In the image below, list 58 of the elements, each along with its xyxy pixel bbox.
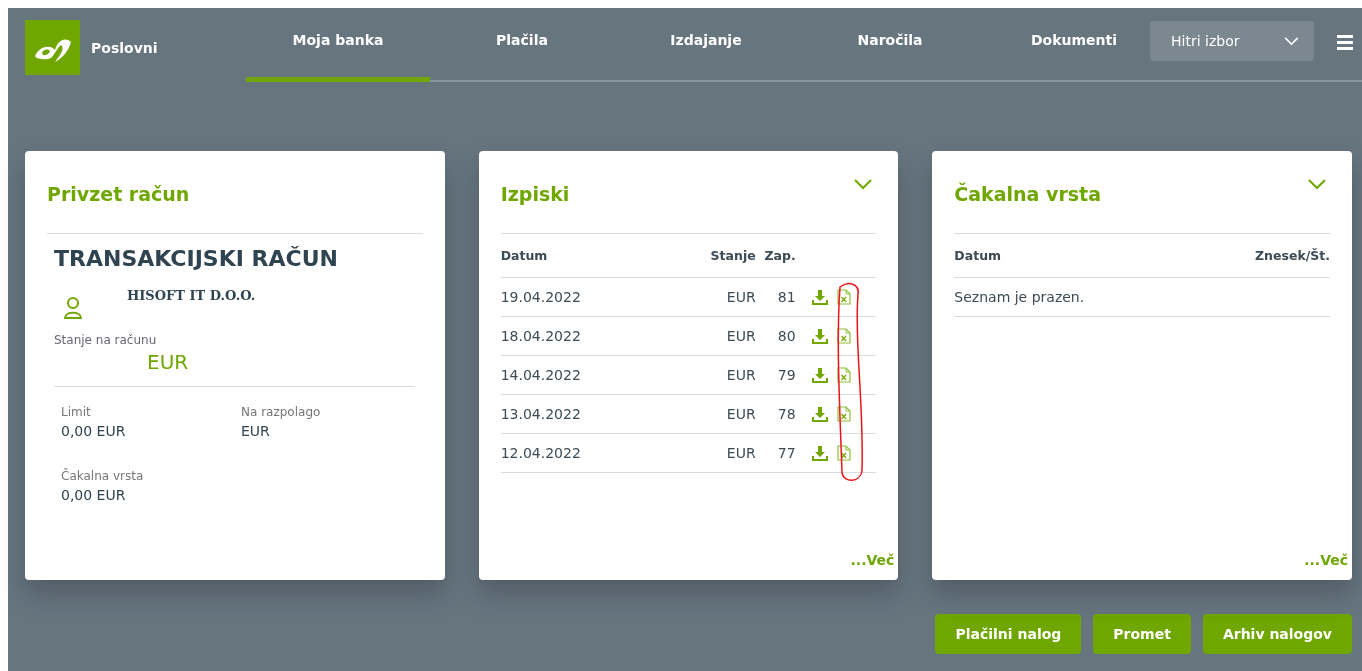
action-button[interactable]: Promet <box>1093 614 1191 654</box>
account-type: TRANSAKCIJSKI RAČUN <box>54 246 339 271</box>
table-cell-text: 81 <box>776 289 796 305</box>
detail-label: Na razpolago <box>241 405 322 419</box>
balance-value: EUR <box>147 350 190 374</box>
table-cell-text: 12.04.2022 <box>500 445 582 461</box>
download-icon[interactable] <box>811 445 828 461</box>
card-title: Privzet račun <box>47 183 191 207</box>
column-header: Datum <box>954 248 1002 263</box>
detail-value: 0,00 EUR <box>61 487 127 503</box>
balance-label: Stanje na računu <box>54 333 158 347</box>
nav-tab[interactable]: Izdajanje <box>614 20 798 82</box>
action-button[interactable]: Plačilni nalog <box>935 614 1082 654</box>
detail-value: 0,00 EUR <box>61 423 127 439</box>
column-header: Zap. <box>763 248 796 263</box>
action-button[interactable]: Arhiv nalogov <box>1202 614 1352 654</box>
nav-tab[interactable]: Moja banka <box>246 20 430 82</box>
detail-label: Limit <box>61 405 92 419</box>
table-cell-text: EUR <box>725 367 756 383</box>
menu-icon[interactable] <box>1337 34 1353 50</box>
brand-label: Poslovni <box>91 39 158 56</box>
table-cell-text: EUR <box>725 406 756 422</box>
column-header: Datum <box>500 248 549 263</box>
detail-value: EUR <box>241 423 271 439</box>
quick-select-dropdown[interactable]: Hitri izbor <box>1150 21 1314 61</box>
table-cell-text: 77 <box>776 445 796 461</box>
table-cell-text: 79 <box>776 367 796 383</box>
download-icon[interactable] <box>811 289 828 305</box>
table-cell-text: EUR <box>725 445 756 461</box>
column-header: Stanje <box>709 248 756 263</box>
more-link[interactable]: ...Več <box>850 552 895 568</box>
table-cell-text: 13.04.2022 <box>500 406 582 422</box>
table-cell-text: 14.04.2022 <box>500 367 582 383</box>
column-header: Znesek/Št. <box>1255 248 1330 263</box>
table-cell-text: 18.04.2022 <box>500 328 582 344</box>
empty-message: Seznam je prazen. <box>954 289 1085 305</box>
chevron-down-icon[interactable] <box>1308 179 1326 190</box>
more-link[interactable]: ...Več <box>1304 552 1348 568</box>
card-title: Izpiski <box>500 183 570 207</box>
bank-logo[interactable] <box>25 20 80 75</box>
account-owner: HISOFT IT D.O.O. <box>127 288 256 303</box>
spreadsheet-file-icon[interactable] <box>836 328 851 344</box>
chevron-down-icon[interactable] <box>854 179 873 190</box>
download-icon[interactable] <box>811 367 828 383</box>
table-cell-text: 19.04.2022 <box>500 289 582 305</box>
download-icon[interactable] <box>811 406 828 422</box>
card-title: Čakalna vrsta <box>954 183 1101 207</box>
download-icon[interactable] <box>811 328 828 344</box>
table-cell-text: EUR <box>725 328 756 344</box>
nav-tab[interactable]: Naročila <box>798 20 982 82</box>
spreadsheet-file-icon[interactable] <box>836 367 851 383</box>
detail-label: Čakalna vrsta <box>61 469 145 483</box>
table-cell-text: EUR <box>725 289 756 305</box>
chevron-down-icon <box>1284 36 1299 46</box>
nav-tab[interactable]: Plačila <box>430 20 614 82</box>
table-cell-text: 80 <box>776 328 796 344</box>
table-cell-text: 78 <box>776 406 796 422</box>
person-icon <box>63 297 83 319</box>
